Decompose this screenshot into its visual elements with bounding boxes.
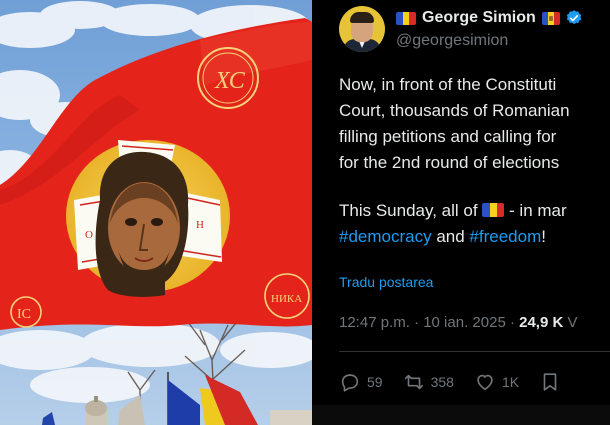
author-name-row[interactable]: George Simion — [396, 8, 583, 28]
verified-badge-icon — [566, 10, 582, 25]
like-count: 1K — [501, 374, 520, 390]
flag-moldova-icon — [541, 11, 560, 25]
avatar[interactable] — [339, 6, 385, 52]
cross-letter-right: Н — [196, 219, 204, 231]
post-text-line: filling petitions and calling for — [339, 127, 557, 146]
bookmark-button[interactable] — [539, 371, 561, 393]
action-bar: 59 358 1K — [339, 370, 561, 394]
post-card: George Simion @georgesimion Now, in fron… — [312, 0, 610, 425]
post-photo[interactable]: О Н ХС ІС НИКА — [0, 0, 312, 425]
monogram-left-text: ІС — [17, 307, 31, 322]
post-text-fragment: This Sunday, all of — [339, 201, 483, 220]
monogram-top-text: ХС — [214, 68, 246, 94]
flag-romania-icon — [396, 11, 416, 25]
post-text-line: Court, thousands of Romanian — [339, 101, 570, 120]
post-text-line: #democracy and #freedom! — [339, 224, 610, 250]
post-text-fragment: and — [431, 227, 470, 246]
like-icon — [477, 374, 493, 391]
post-view-count[interactable]: 24,9 K — [519, 314, 563, 331]
post-timestamp[interactable]: 12:47 p.m. · 10 ian. 2025 · — [339, 314, 519, 331]
cross-letter-left: О — [85, 229, 93, 241]
repost-icon — [404, 374, 423, 390]
reply-count: 59 — [367, 374, 383, 390]
author-display-name[interactable]: George Simion — [422, 9, 536, 27]
repost-count: 358 — [430, 374, 454, 390]
reply-button[interactable]: 59 — [339, 371, 383, 393]
post-text: Now, in front of the Constituti Court, t… — [339, 72, 610, 250]
protest-banner-photo: О Н ХС ІС НИКА — [0, 0, 312, 425]
post-text-line: This Sunday, all of - in mar — [339, 198, 610, 224]
divider — [339, 351, 610, 352]
monogram-right-text: НИКА — [271, 293, 302, 305]
hashtag-freedom[interactable]: #freedom — [469, 227, 541, 246]
post-text-fragment: - in mar — [504, 201, 567, 220]
bookmark-icon — [543, 373, 557, 391]
post-text-line: for the 2nd round of elections — [339, 153, 560, 172]
hashtag-democracy[interactable]: #democracy — [339, 227, 432, 246]
post-text-fragment: ! — [541, 227, 546, 246]
post-meta: 12:47 p.m. · 10 ian. 2025 · 24,9 K V — [339, 314, 578, 331]
bottom-strip — [312, 405, 610, 425]
flag-romania-icon — [482, 203, 505, 217]
post-text-line: Now, in front of the Constituti — [339, 75, 557, 94]
repost-button[interactable]: 358 — [403, 371, 454, 393]
author-handle[interactable]: @georgesimion — [396, 32, 508, 50]
like-button[interactable]: 1K — [474, 371, 519, 393]
translate-post-link[interactable]: Tradu postarea — [339, 274, 433, 290]
reply-icon — [341, 374, 359, 392]
post-views-label: V — [563, 314, 578, 331]
